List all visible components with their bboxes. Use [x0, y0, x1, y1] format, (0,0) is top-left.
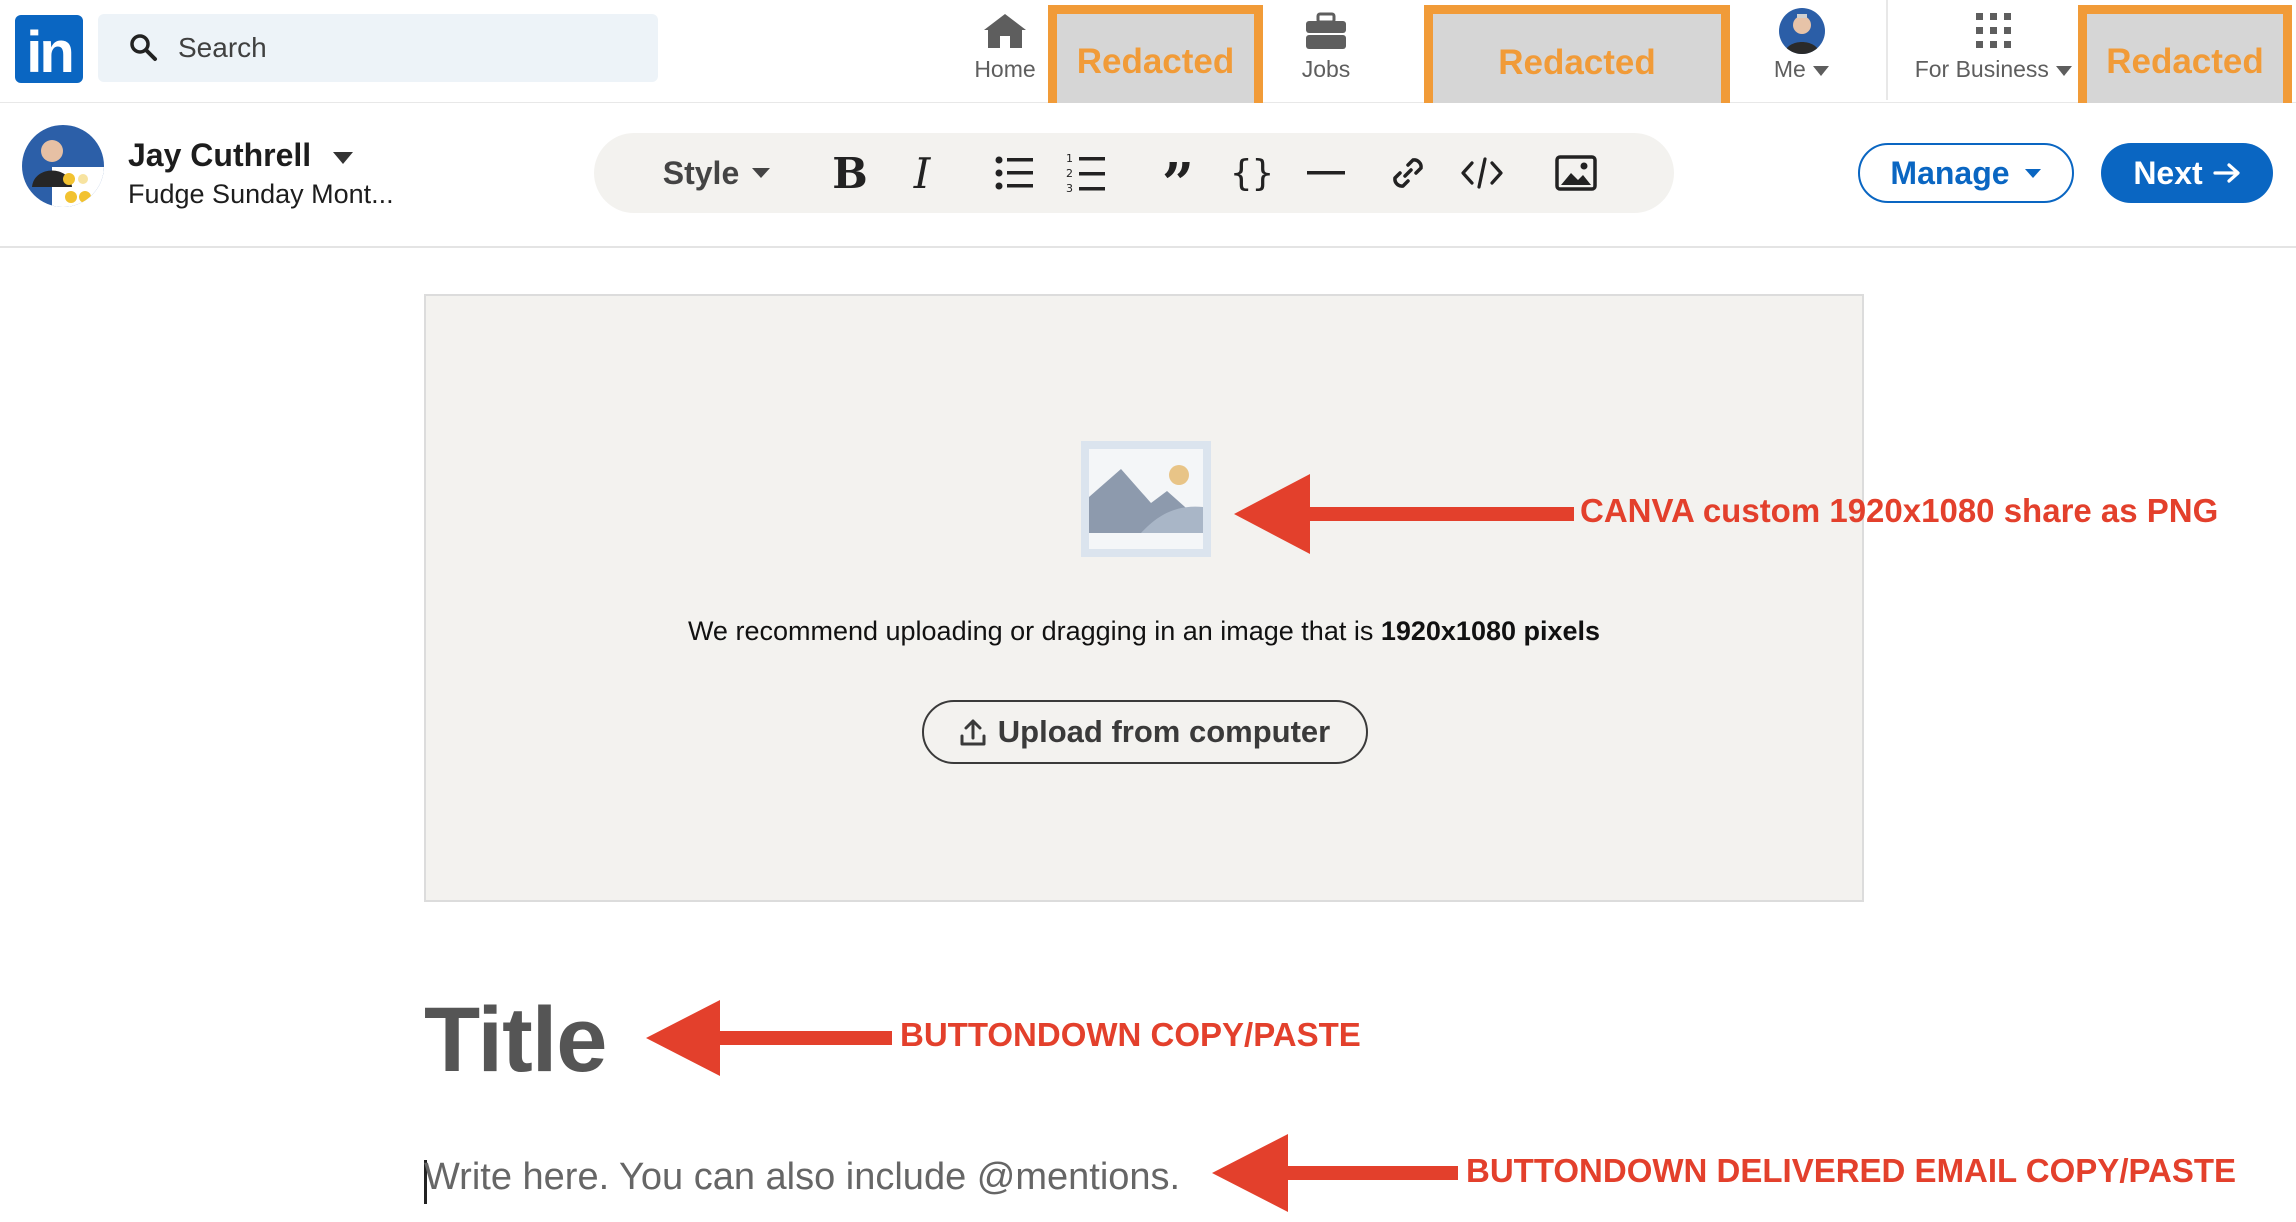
nav-home-label: Home: [974, 56, 1036, 82]
embed-button[interactable]: [1454, 133, 1510, 213]
divider-button[interactable]: [1298, 133, 1354, 213]
annotation-arrow: [1212, 1134, 1458, 1212]
image-placeholder-icon: [1081, 441, 1211, 557]
author-name[interactable]: Jay Cuthrell: [128, 137, 311, 174]
annotation-body-note: BUTTONDOWN DELIVERED EMAIL COPY/PASTE: [1466, 1152, 2237, 1189]
svg-text:3: 3: [1066, 182, 1073, 195]
recommend-text: We recommend uploading or dragging in an…: [426, 616, 1862, 647]
editor-toolbar-bar: Jay Cuthrell Fudge Sunday Mont... Style …: [0, 103, 2296, 248]
bold-icon: B: [832, 148, 868, 198]
recommend-text-bold: 1920x1080 pixels: [1380, 616, 1601, 646]
redacted-block: Redacted: [2078, 5, 2292, 119]
search-placeholder: Search: [178, 32, 267, 63]
code-block-button[interactable]: {}: [1224, 133, 1280, 213]
nav-divider: [1886, 0, 1888, 100]
grid-icon: [1974, 12, 2014, 50]
annotation-title-note: BUTTONDOWN COPY/PASTE: [900, 1016, 1361, 1053]
style-label: Style: [662, 154, 740, 191]
bulleted-list-button[interactable]: [986, 133, 1042, 213]
next-label: Next: [2133, 154, 2203, 191]
next-button[interactable]: Next: [2101, 143, 2273, 203]
divider-icon: [1307, 170, 1345, 176]
formatting-toolbar: Style B I 1 2 3 ” {}: [594, 133, 1674, 213]
redacted-block: Redacted: [1048, 5, 1263, 119]
nav-jobs-label: Jobs: [1301, 56, 1351, 82]
article-body-input[interactable]: Write here. You can also include @mentio…: [424, 1156, 1180, 1199]
nav-for-business-label: For Business: [1914, 56, 2049, 82]
italic-button[interactable]: I: [894, 133, 950, 213]
image-icon: [1555, 155, 1597, 191]
svg-text:1: 1: [1066, 152, 1073, 165]
embed-icon: [1460, 155, 1504, 191]
article-title-input[interactable]: Title: [424, 988, 607, 1093]
briefcase-icon: [1304, 12, 1348, 50]
quote-button[interactable]: ”: [1150, 133, 1206, 213]
numbered-list-button[interactable]: 1 2 3: [1058, 133, 1114, 213]
nav-home[interactable]: Home: [962, 0, 1048, 100]
nav-me-label: Me: [1773, 56, 1806, 82]
annotation-arrow: [1234, 474, 1574, 554]
upload-icon: [960, 718, 986, 746]
cover-image-dropzone[interactable]: We recommend uploading or dragging in an…: [424, 294, 1864, 902]
chevron-down-icon: [751, 167, 771, 179]
bulleted-list-icon: [994, 153, 1034, 193]
chevron-down-icon: [2055, 65, 2073, 77]
annotation-cover-note: CANVA custom 1920x1080 share as PNG: [1580, 492, 2219, 529]
chevron-down-icon[interactable]: [332, 151, 354, 165]
upload-from-computer-button[interactable]: Upload from computer: [922, 700, 1368, 764]
upload-label: Upload from computer: [997, 714, 1331, 749]
publication-name[interactable]: Fudge Sunday Mont...: [128, 179, 394, 210]
style-dropdown[interactable]: Style: [652, 133, 782, 213]
linkedin-logo[interactable]: in: [15, 15, 83, 85]
code-block-icon: {}: [1230, 152, 1274, 194]
image-button[interactable]: [1548, 133, 1604, 213]
recommend-text-regular: We recommend uploading or dragging in an…: [687, 616, 1381, 646]
italic-icon: I: [913, 148, 931, 198]
author-avatar[interactable]: [22, 125, 104, 207]
search-icon: [128, 32, 158, 62]
nav-jobs[interactable]: Jobs: [1288, 0, 1364, 100]
avatar: [1779, 8, 1825, 54]
top-navigation-bar: in Search Home Redacted Jobs Redacted Me: [0, 0, 2296, 121]
arrow-right-icon: [2213, 162, 2241, 184]
bold-button[interactable]: B: [822, 133, 878, 213]
quote-icon: ”: [1161, 151, 1195, 217]
chevron-down-icon: [2024, 168, 2042, 179]
link-button[interactable]: [1380, 133, 1436, 213]
nav-me[interactable]: Me: [1766, 0, 1838, 100]
nav-for-business[interactable]: For Business: [1906, 0, 2082, 100]
home-icon: [982, 12, 1028, 50]
numbered-list-icon: 1 2 3: [1066, 151, 1106, 195]
link-icon: [1388, 153, 1428, 193]
svg-text:2: 2: [1066, 167, 1073, 180]
manage-label: Manage: [1890, 154, 2010, 191]
chevron-down-icon: [1812, 65, 1830, 77]
manage-button[interactable]: Manage: [1858, 143, 2074, 203]
search-input[interactable]: Search: [98, 14, 658, 82]
annotation-arrow: [646, 1000, 892, 1076]
